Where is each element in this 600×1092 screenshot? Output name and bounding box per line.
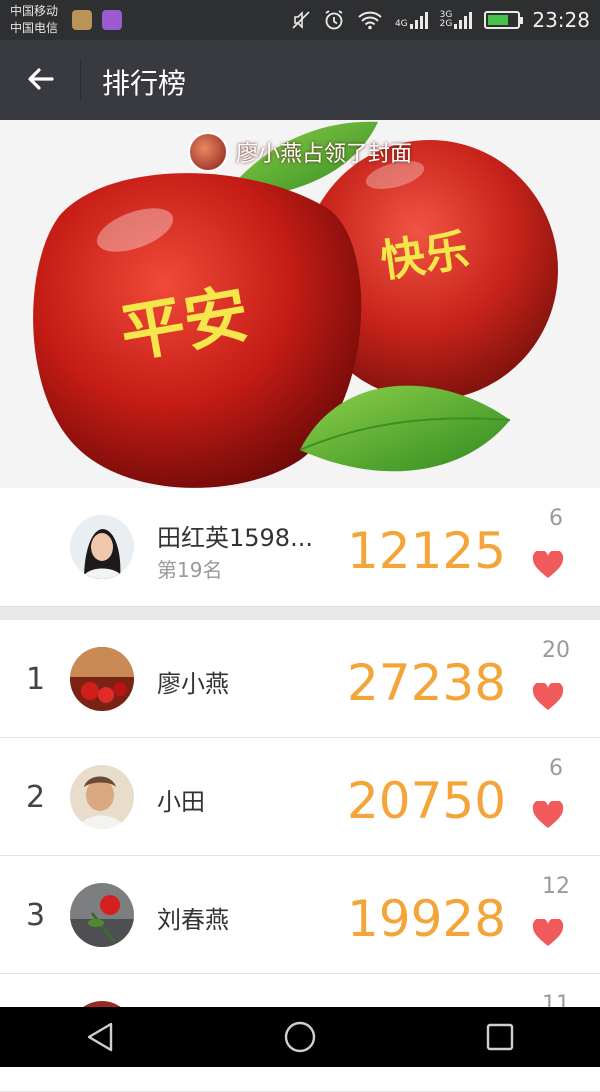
network-label-2g: 2G <box>439 19 453 29</box>
heart-icon[interactable] <box>532 683 564 711</box>
nav-recents-button[interactable] <box>470 1007 530 1067</box>
like-count: 6 <box>549 756 563 781</box>
step-count: 27238 <box>347 654 507 712</box>
like-count: 12 <box>542 874 570 899</box>
nav-home-button[interactable] <box>270 1007 330 1067</box>
carrier-2: 中国电信 <box>10 21 59 35</box>
rank-number: 1 <box>26 662 46 697</box>
my-ranking-row[interactable]: 田红英1598... 第19名 12125 6 <box>0 488 600 606</box>
carrier-info: 中国移动 中国电信 <box>10 3 58 37</box>
carrier-1: 中国移动 <box>10 4 59 18</box>
arrow-left-icon <box>28 68 54 90</box>
alarm-icon <box>325 10 343 30</box>
rank-number: 2 <box>26 780 46 815</box>
nav-back-button[interactable] <box>70 1007 130 1067</box>
list-item[interactable]: 1 廖小燕 27238 20 <box>0 620 600 738</box>
avatar <box>187 132 228 172</box>
recents-icon <box>486 1023 514 1051</box>
heart-icon[interactable] <box>532 919 564 947</box>
signal-icon <box>454 11 473 29</box>
list-item[interactable]: 3 刘春燕 19928 12 <box>0 856 600 974</box>
home-icon <box>284 1021 316 1053</box>
page-title: 排行榜 <box>102 67 187 100</box>
title-bar: 排行榜 <box>0 40 600 120</box>
mute-icon <box>292 11 310 29</box>
cover-owner-banner: 廖小燕占领了封面 <box>0 132 600 172</box>
list-item[interactable]: 2 小田 20750 6 <box>0 738 600 856</box>
title-divider <box>80 60 81 100</box>
signal-icon <box>409 11 428 29</box>
step-count: 19928 <box>347 890 507 948</box>
back-icon <box>87 1022 113 1052</box>
avatar <box>70 883 134 947</box>
like-count: 20 <box>542 638 570 663</box>
gallery-icon <box>102 10 122 30</box>
my-name: 田红英1598... <box>157 524 313 552</box>
rank-number: 3 <box>26 898 46 933</box>
like-count: 6 <box>549 506 563 531</box>
apples-cover-image: 平安 快乐 <box>0 120 600 488</box>
step-count: 20750 <box>347 772 507 830</box>
avatar <box>70 765 134 829</box>
app-icon <box>72 10 92 30</box>
cover-image[interactable]: 平安 快乐 廖小燕占领了封面 <box>0 120 600 488</box>
my-step-count: 12125 <box>347 522 507 580</box>
user-name: 刘春燕 <box>157 906 229 934</box>
avatar <box>70 515 134 579</box>
heart-icon[interactable] <box>532 801 564 829</box>
my-rank-text: 第19名 <box>157 558 223 582</box>
navigation-bar <box>0 1007 600 1067</box>
battery-icon <box>484 11 524 29</box>
user-name: 廖小燕 <box>157 670 229 698</box>
network-label-4g: 4G <box>394 19 408 29</box>
avatar <box>70 647 134 711</box>
status-bar: 中国移动 中国电信 4G 3G 2G 23:28 <box>0 0 600 40</box>
back-button[interactable] <box>24 62 60 98</box>
heart-icon[interactable] <box>532 551 564 579</box>
clock: 23:28 <box>532 8 590 32</box>
cover-owner-text: 廖小燕占领了封面 <box>235 142 412 167</box>
section-divider <box>0 606 600 620</box>
user-name: 小田 <box>157 788 205 816</box>
wifi-icon <box>358 11 382 30</box>
